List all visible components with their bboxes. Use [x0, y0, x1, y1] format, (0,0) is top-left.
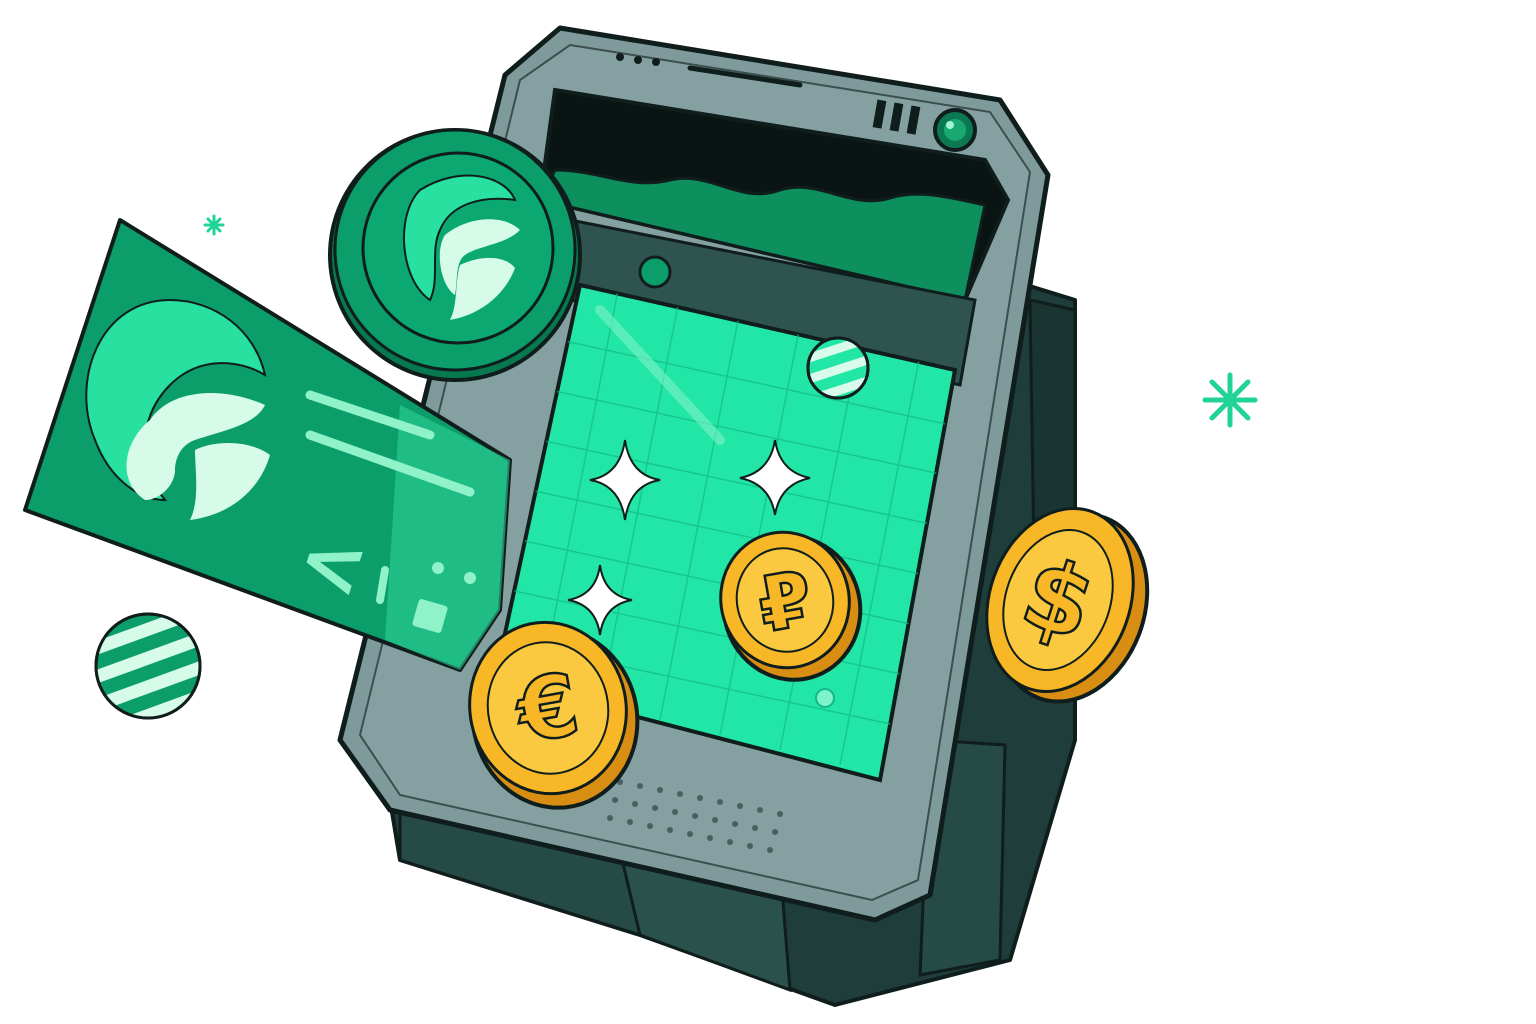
indicator-light-icon	[933, 108, 977, 152]
dot-icon	[616, 53, 624, 61]
brand-logo-coin-icon	[328, 128, 582, 382]
dot-icon	[634, 56, 642, 64]
fintech-illustration: < ₽ € $	[23, 25, 1258, 1007]
asterisk-icon	[1202, 372, 1258, 428]
status-dot-icon	[638, 255, 672, 289]
dot-icon	[652, 58, 660, 66]
asterisk-icon	[203, 214, 225, 236]
striped-ball-icon	[94, 612, 202, 720]
